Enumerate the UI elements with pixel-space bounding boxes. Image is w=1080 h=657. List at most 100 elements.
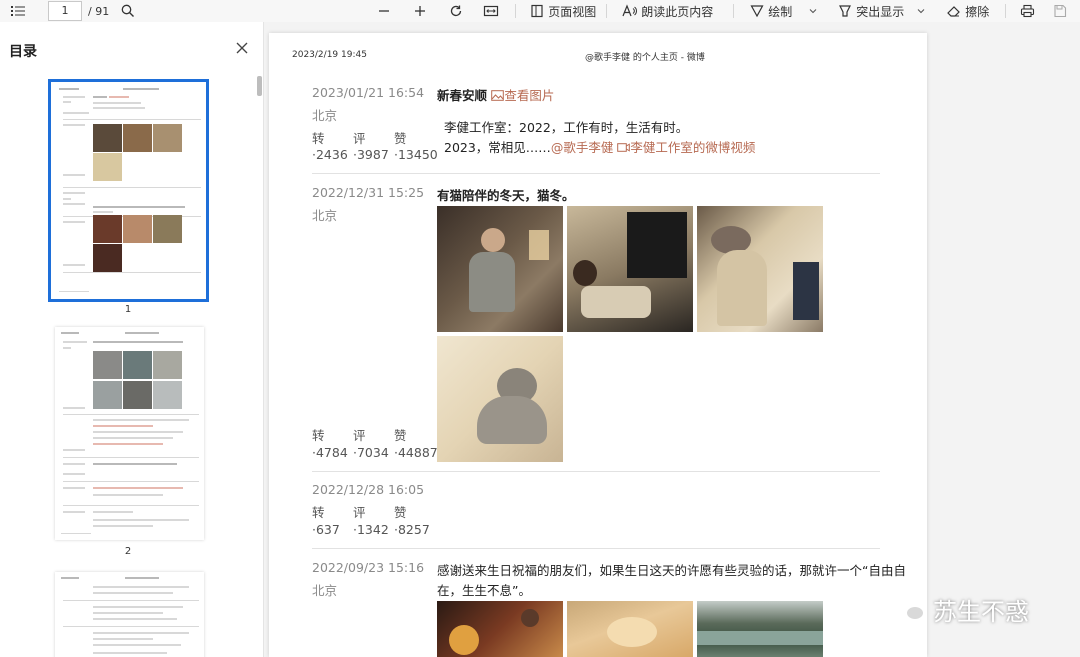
repost-label: 转 [312,428,325,443]
contents-sidebar: 目录 1 2 [0,22,264,657]
post-divider [312,471,880,472]
post-photo[interactable] [437,601,563,657]
search-icon [121,4,135,17]
thumbnail-line [63,407,85,409]
thumbnail-line [61,577,79,579]
page-thumbnail-3[interactable] [55,572,204,657]
thumbnail-line [63,511,85,513]
page-thumbnail-2[interactable] [55,327,204,540]
like-label: 赞 [394,131,407,146]
close-icon[interactable] [234,40,250,56]
thumbnail-line [93,592,173,594]
thumbnail-line [59,291,89,292]
zoom-in-button[interactable] [407,1,433,21]
photo-detail [573,260,597,286]
comment-count: ·3987 [353,147,389,162]
quoted-post-line: 李健工作室：2022，工作有时，生活有时。 [444,120,689,135]
thumbnail-line [93,632,189,634]
thumbnail-line [63,414,199,415]
thumbnail-photo [93,381,122,409]
mention-link[interactable]: @歌手李健 [551,140,614,155]
thumbnail-line [63,481,199,482]
post-title: 新春安顺 [437,88,488,103]
highlight-label: 突出显示 [856,4,905,19]
post-photo[interactable] [697,206,823,332]
quoted-post-text: 2023，常相见…… [444,140,551,155]
post-text: 有猫陪伴的冬天，猫冬。 [437,188,575,203]
draw-label: 绘制 [768,4,793,19]
post-photo[interactable] [697,601,823,657]
thumbnail-line [63,272,201,273]
post-text: 新春安顺 查看图片 [437,85,554,104]
draw-button[interactable]: 绘制 [744,1,824,21]
contents-toggle-button[interactable] [4,1,32,21]
thumbnail-line [93,525,153,527]
post-text: 感谢送来生日祝福的朋友们，如果生日这天的许愿有些灵验的话，那就许一个“自由自 [437,563,906,578]
toolbar: 1 / 91 页面视图 朗读此页内容 绘制 突出显示 擦除 [0,0,1080,22]
toolbar-divider [1005,4,1007,18]
thumbnail-line [63,192,85,194]
thumbnail-photo [153,381,182,409]
sidebar-scrollbar[interactable] [257,76,262,96]
chevron-down-icon [809,9,817,14]
like-count: ·44887 [394,445,438,460]
thumbnail-line [93,494,163,496]
page-thumbnail-number: 2 [124,546,132,557]
rotate-icon [451,5,462,17]
thumbnail-line [63,112,89,114]
thumbnail-line [93,431,183,433]
zoom-out-button[interactable] [371,1,397,21]
video-link[interactable]: 李健工作室的微博视频 [617,140,755,155]
thumbnail-line [63,505,199,506]
comment-count: ·7034 [353,445,389,460]
photo-detail [477,396,547,444]
print-button[interactable] [1014,1,1041,21]
thumbnail-line [93,211,113,213]
thumbnail-line [63,198,71,200]
thumbnail-photo [153,351,182,379]
photo-detail [697,631,823,645]
thumbnail-line [63,187,201,188]
video-icon [617,143,631,152]
page-header-date: 2023/2/19 19:45 [292,50,367,60]
read-aloud-button[interactable]: 朗读此页内容 [615,1,719,21]
like-count: ·8257 [394,522,430,537]
search-button[interactable] [115,1,141,21]
thumbnail-line [59,88,79,90]
view-image-link[interactable]: 查看图片 [491,88,554,103]
fit-page-button[interactable] [477,1,505,21]
thumbnail-line [93,102,141,104]
thumbnail-photo [93,153,122,181]
post-photo[interactable] [437,206,563,332]
save-button[interactable] [1047,1,1073,21]
rotate-button[interactable] [443,1,469,21]
thumbnail-line [93,644,181,646]
post-photo[interactable] [437,336,563,462]
comment-label: 评 [353,428,366,443]
document-page: 2023/2/19 19:45 @歌手李健 的个人主页 - 微博 2023/01… [269,33,927,657]
thumbnail-line [93,606,183,608]
page-number-input[interactable]: 1 [48,1,82,21]
post-photo[interactable] [567,206,693,332]
erase-button[interactable]: 擦除 [940,1,995,21]
plus-icon [415,6,426,16]
like-count: ·13450 [394,147,438,162]
thumbnail-line [93,96,107,98]
thumbnail-line [63,119,201,120]
thumbnail-photo [123,381,152,409]
photo-detail [627,212,687,278]
minus-icon [379,10,390,12]
photo-detail [793,262,819,320]
post-date: 2022/12/28 16:05 [312,482,425,497]
thumbnail-line [93,443,163,445]
page-view-label: 页面视图 [548,4,597,19]
thumbnail-line [93,419,189,421]
thumbnail-line [63,341,87,343]
highlight-button[interactable]: 突出显示 [832,1,932,21]
page-view-button[interactable]: 页面视图 [524,1,602,21]
thumbnail-line [63,174,85,176]
page-thumbnail-1[interactable] [48,79,209,302]
thumbnail-photo [123,124,152,152]
image-icon [491,90,505,101]
post-photo[interactable] [567,601,693,657]
